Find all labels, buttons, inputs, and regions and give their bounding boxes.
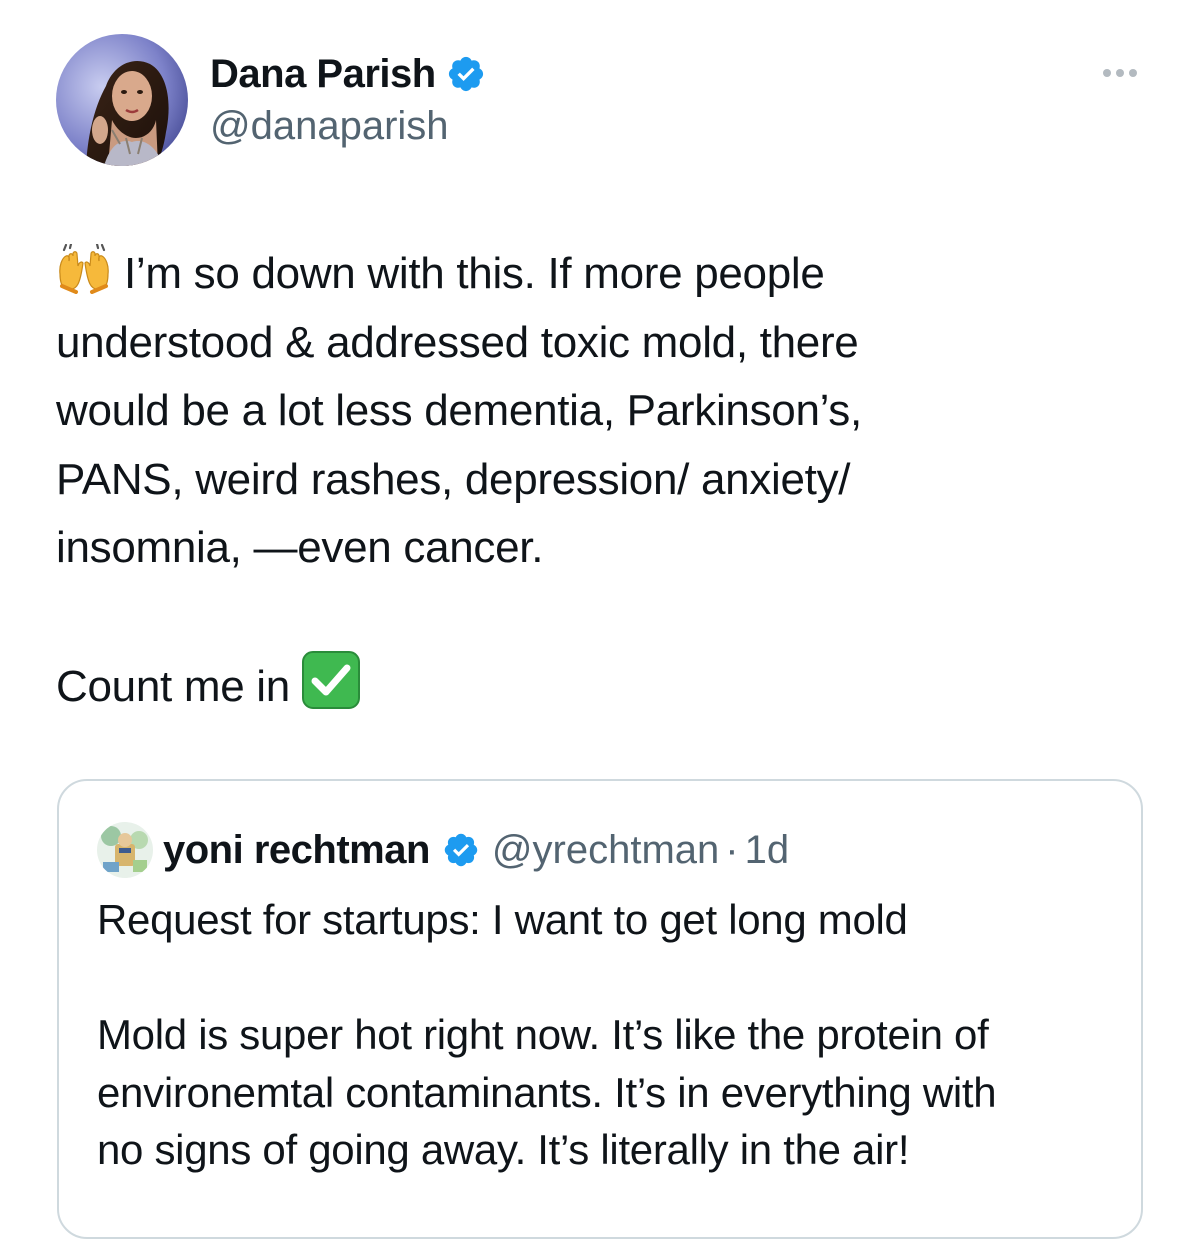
quoted-author-avatar[interactable] [97, 822, 153, 878]
quoted-tweet-card[interactable]: yoni rechtman @yrechtman · 1d Request fo… [57, 779, 1143, 1239]
profile-photo [56, 34, 188, 166]
tweet-closing-line: Count me in [56, 651, 1156, 720]
quoted-text-line-1: environemtal contaminants. It’s in every… [97, 1068, 997, 1116]
author-name[interactable]: Dana Parish [210, 52, 436, 97]
closing-text: Count me in [56, 662, 290, 711]
tweet-text-line-1: understood & addressed toxic mold, there [56, 317, 859, 367]
tweet-text-line-4: insomnia, —even cancer. [56, 523, 544, 572]
tweet-text-line-0: I’m so down with this. If more people [124, 249, 825, 298]
verified-badge-icon[interactable] [446, 54, 486, 94]
author-handle[interactable]: @danaparish [210, 104, 449, 149]
raising-hands-emoji [56, 242, 112, 315]
more-options-dot [1116, 69, 1124, 77]
dot-separator: · [725, 827, 739, 872]
quoted-text-line-0: Mold is super hot right now. It’s like t… [97, 1011, 989, 1058]
tweet: Dana Parish @danaparish I’m so down with… [0, 0, 1200, 1239]
tweet-text: I’m so down with this. If more people un… [56, 240, 1156, 720]
quoted-tweet-header: yoni rechtman @yrechtman · 1d [97, 819, 789, 881]
more-options-dot [1129, 69, 1137, 77]
quoted-tweet-text: Request for startups: I want to get long… [97, 891, 1117, 1179]
author-avatar[interactable] [56, 34, 188, 166]
quoted-text-line-2: no signs of going away. It’s literally i… [97, 1126, 910, 1173]
more-options-icon [1103, 69, 1111, 77]
quoted-author-handle[interactable]: @yrechtman [492, 828, 719, 873]
tweet-text-line-3: PANS, weird rashes, depression/ anxiety/ [56, 454, 851, 504]
verified-badge-icon[interactable] [442, 831, 480, 869]
tweet-text-line: I’m so down with this. If more people [56, 240, 1156, 309]
tweet-text-line-2: would be a lot less dementia, Parkinson’… [56, 386, 862, 435]
quoted-profile-photo [97, 822, 153, 878]
author-name-row: Dana Parish [210, 48, 486, 100]
check-mark-button-emoji [301, 651, 360, 730]
quoted-author-name[interactable]: yoni rechtman [163, 828, 430, 873]
quoted-tweet-timestamp[interactable]: 1d [745, 828, 790, 873]
quoted-text-paragraph-1: Request for startups: I want to get long… [97, 896, 908, 943]
more-options-button[interactable] [1092, 58, 1148, 88]
